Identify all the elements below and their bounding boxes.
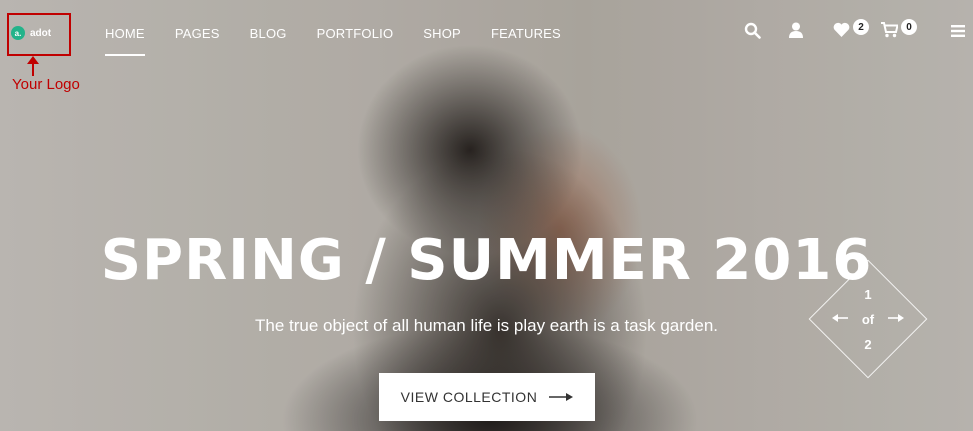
hamburger-menu-icon[interactable] [951,25,965,37]
nav-shop[interactable]: SHOP [423,26,461,41]
nav-pages[interactable]: PAGES [175,26,220,41]
cart-count-badge: 0 [901,19,917,35]
slider-next-arrow-icon[interactable] [888,312,904,324]
heart-icon [833,22,850,37]
hero-headline: SPRING / SUMMER 2016 [100,228,873,293]
site-logo[interactable]: a. adot [11,26,51,40]
hero-overlay [0,0,973,431]
slide-current: 1 [864,287,872,302]
arrow-right-icon [549,393,574,401]
wishlist-button[interactable] [833,22,851,38]
slide-of-label: of [861,312,875,327]
annotation-arrow-up-icon [27,56,39,76]
annotation-label: Your Logo [12,76,80,93]
main-nav: HOME PAGES BLOG PORTFOLIO SHOP FEATURES [105,26,591,56]
nav-blog[interactable]: BLOG [250,26,287,41]
nav-portfolio[interactable]: PORTFOLIO [317,26,394,41]
view-collection-button[interactable]: VIEW COLLECTION [379,373,595,421]
logo-mark: a. [11,26,25,40]
nav-home[interactable]: HOME [105,26,145,56]
slider-prev-arrow-icon[interactable] [832,312,848,324]
logo-name: adot [30,27,52,39]
user-icon[interactable] [789,22,803,38]
slide-total: 2 [864,337,872,352]
view-collection-label: VIEW COLLECTION [400,389,538,405]
wishlist-count-badge: 2 [853,19,869,35]
nav-features[interactable]: FEATURES [491,26,561,41]
cart-icon [881,22,899,38]
search-icon[interactable] [744,22,761,39]
cart-button[interactable] [881,22,899,38]
